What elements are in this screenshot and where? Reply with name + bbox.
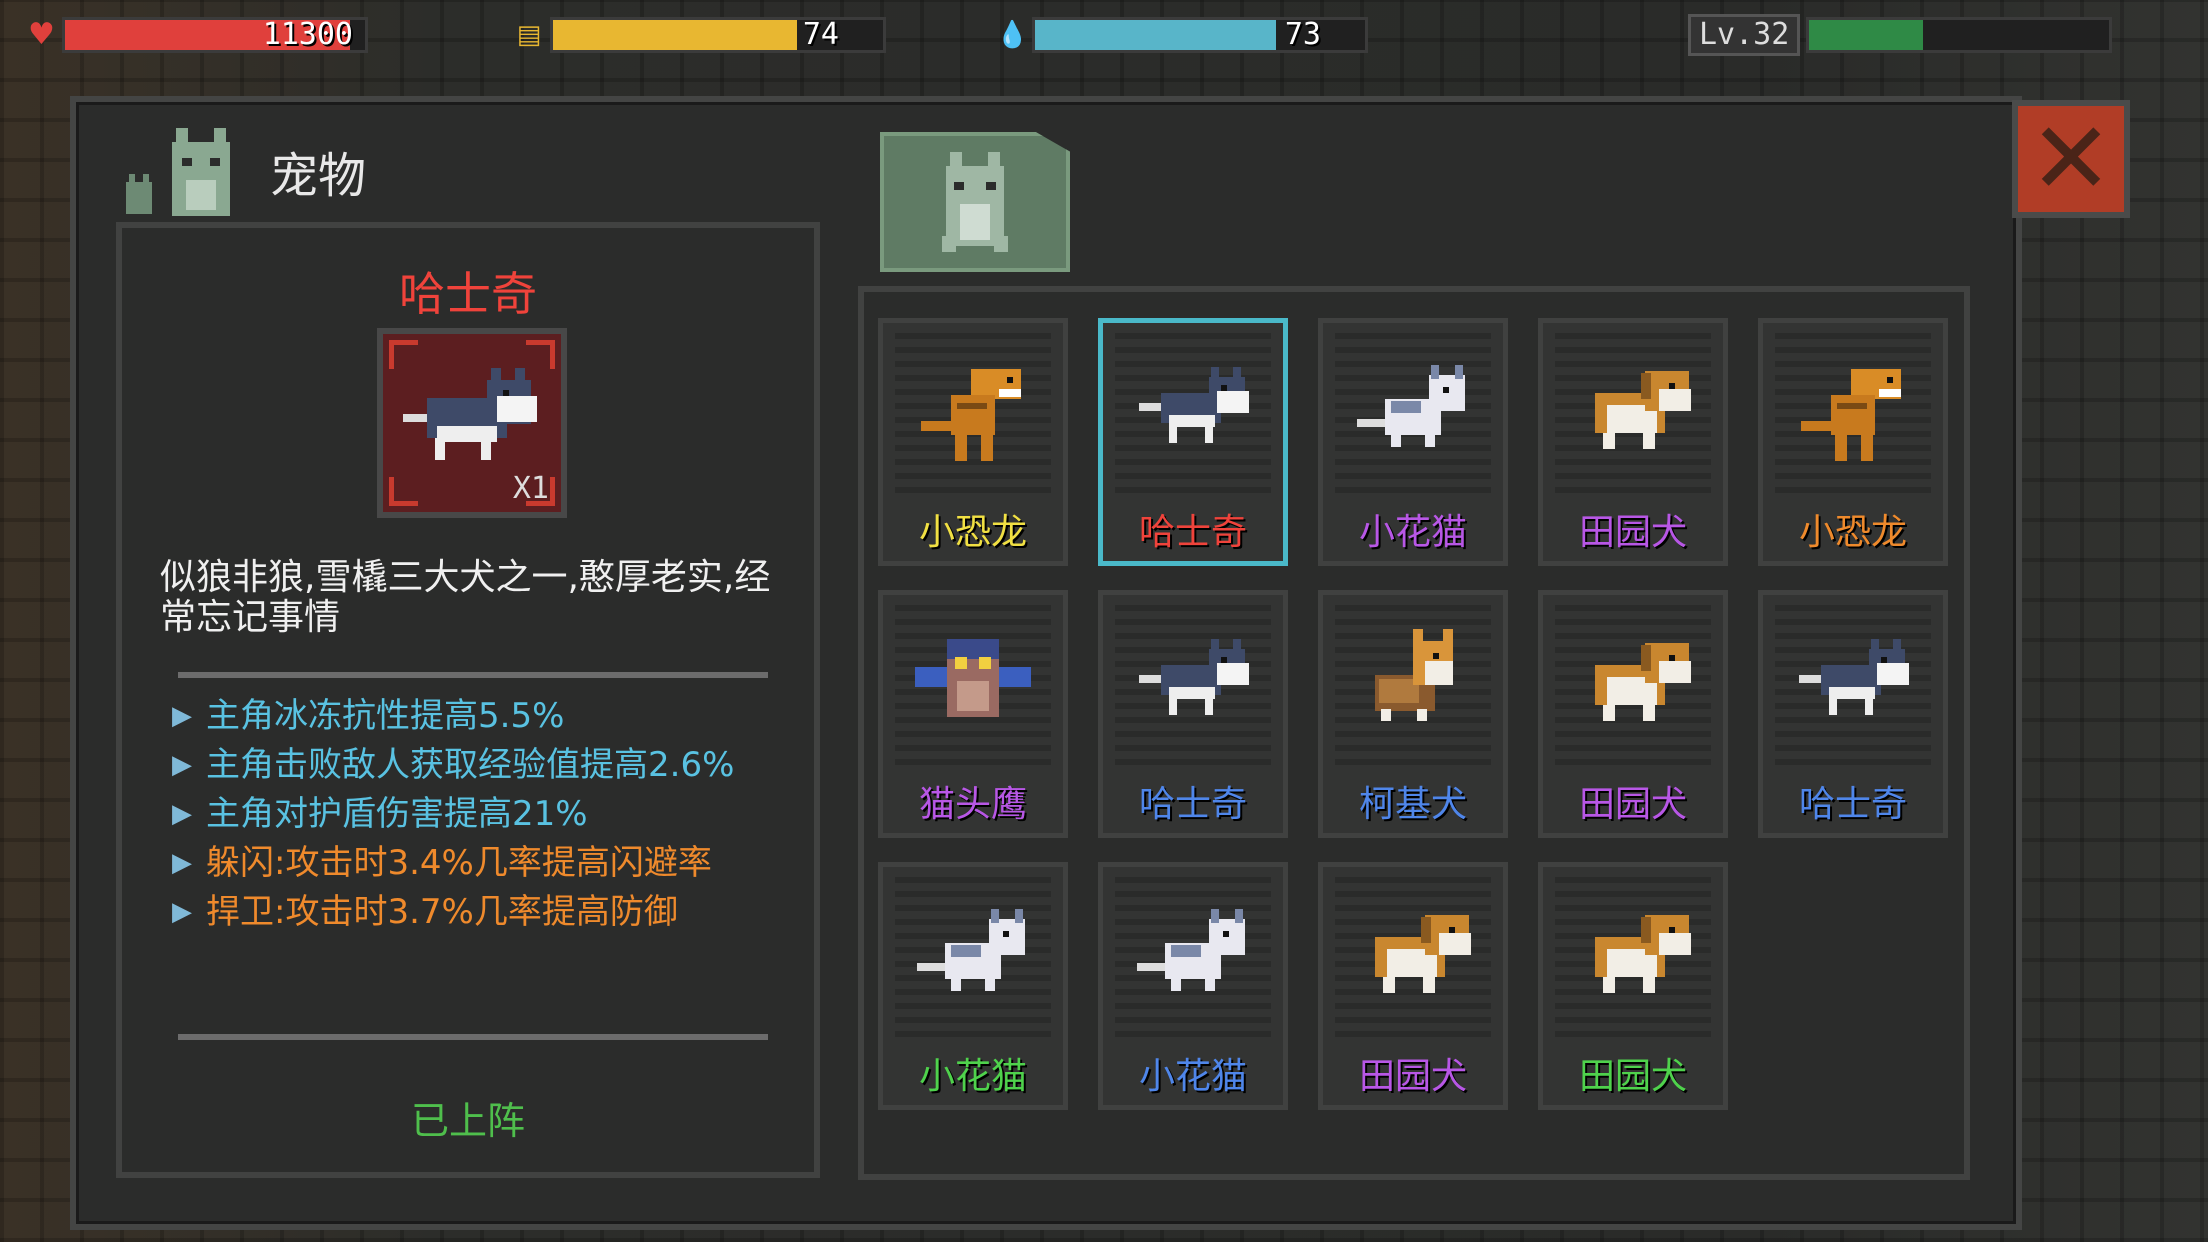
- triangle-bullet-icon: ▶: [172, 848, 192, 878]
- pet-slot[interactable]: 猫头鹰: [878, 590, 1068, 838]
- cat-icon: [911, 893, 1035, 1013]
- pet-stat-text: 躲闪:攻击时3.4%几率提高闪避率: [206, 843, 712, 883]
- triangle-bullet-icon: ▶: [172, 701, 192, 731]
- pet-stat-text: 主角冰冻抗性提高5.5%: [206, 696, 565, 736]
- pet-slot[interactable]: 小花猫: [1318, 318, 1508, 566]
- pet-slot[interactable]: 哈士奇: [1098, 590, 1288, 838]
- water-hud: 💧 73: [996, 14, 1368, 56]
- pet-slot-name: 田园犬: [1358, 1056, 1467, 1097]
- pet-menu-icon: [120, 120, 250, 220]
- divider: [178, 1034, 768, 1040]
- pet-stats-list: ▶ 主角冰冻抗性提高5.5% ▶ 主角击败敌人获取经验值提高2.6% ▶ 主角对护盾伤害提…: [172, 692, 812, 937]
- pet-slot-name: 柯基犬: [1358, 784, 1467, 825]
- pet-stat-line: ▶ 躲闪:攻击时3.4%几率提高闪避率: [172, 839, 812, 888]
- husky-icon: [1131, 621, 1255, 741]
- dog-icon: [1571, 893, 1695, 1013]
- panel-header: 宠物: [120, 110, 366, 220]
- water-drop-icon: 💧: [996, 20, 1029, 50]
- pet-slot-name: 田园犬: [1578, 1056, 1687, 1097]
- hunger-bar: 74: [550, 17, 886, 53]
- hunger-value: 74: [802, 17, 839, 52]
- xp-bar: [1806, 17, 2113, 53]
- cat-icon: [1131, 893, 1255, 1013]
- cat-icon: [1351, 349, 1475, 469]
- triangle-bullet-icon: ▶: [172, 799, 192, 829]
- portrait-corner: [389, 340, 418, 369]
- dog-icon: [1571, 349, 1695, 469]
- pet-grid: 小恐龙 哈士奇 小花猫 田园犬 小恐龙 猫头鹰 哈士奇 柯基犬 田园犬 哈士奇 小花猫 小花猫 田园犬田…: [858, 286, 1970, 1180]
- husky-icon: [1131, 349, 1255, 469]
- triangle-bullet-icon: ▶: [172, 897, 192, 927]
- pet-count: X1: [512, 471, 549, 506]
- husky-tab-icon: [942, 152, 1008, 252]
- pet-stat-line: ▶ 捍卫:攻击时3.7%几率提高防御: [172, 888, 812, 937]
- pet-slot-name: 小恐龙: [918, 512, 1027, 553]
- pet-stat-line: ▶ 主角对护盾伤害提高21%: [172, 790, 812, 839]
- portrait-corner: [389, 477, 418, 506]
- pet-slot-name: 小花猫: [1138, 1056, 1247, 1097]
- pet-stat-line: ▶ 主角击败敌人获取经验值提高2.6%: [172, 741, 812, 790]
- hunger-hud: ▤ 74: [514, 14, 886, 56]
- panel-title: 宠物: [270, 148, 367, 204]
- dino-icon: [911, 349, 1035, 469]
- deploy-status-button[interactable]: 已上阵: [122, 1090, 814, 1145]
- pet-stat-line: ▶ 主角冰冻抗性提高5.5%: [172, 692, 812, 741]
- pet-stat-text: 主角击败敌人获取经验值提高2.6%: [206, 745, 735, 785]
- husky-icon: [1791, 621, 1915, 741]
- pet-slot-name: 小花猫: [1358, 512, 1467, 553]
- corgi-icon: [1351, 621, 1475, 741]
- level-hud: Lv.32: [1688, 14, 2113, 56]
- pet-slot[interactable]: 小恐龙: [1758, 318, 1948, 566]
- dog-icon: [1351, 893, 1475, 1013]
- water-bar-fill: [1035, 20, 1276, 50]
- dog-icon: [1571, 621, 1695, 741]
- selected-pet-portrait: X1: [377, 328, 567, 518]
- health-hud: ♥ 11300: [28, 14, 368, 56]
- pet-description: 似狼非狼,雪橇三大犬之一,憨厚老实,经常忘记事情: [160, 557, 771, 638]
- pet-slot[interactable]: 田园犬: [1538, 590, 1728, 838]
- pet-slot[interactable]: 柯基犬: [1318, 590, 1508, 838]
- selected-pet-name: 哈士奇: [399, 267, 537, 321]
- close-button[interactable]: ✕: [2012, 100, 2130, 218]
- pet-slot[interactable]: 小花猫: [878, 862, 1068, 1110]
- level-label: Lv.32: [1688, 14, 1801, 56]
- bread-icon: ▤: [516, 20, 542, 50]
- portrait-corner: [526, 340, 555, 369]
- pet-stat-text: 捍卫:攻击时3.7%几率提高防御: [206, 892, 678, 932]
- pet-slot-name: 猫头鹰: [918, 784, 1027, 825]
- pet-slot[interactable]: 哈士奇: [1098, 318, 1288, 566]
- pet-slot-name: 小恐龙: [1798, 512, 1907, 553]
- pet-slot[interactable]: 田园犬: [1538, 862, 1728, 1110]
- health-value: 11300: [262, 17, 353, 52]
- pet-slot[interactable]: 小恐龙: [878, 318, 1068, 566]
- pet-slot-name: 田园犬: [1578, 784, 1687, 825]
- close-icon: ✕: [2029, 100, 2113, 217]
- pet-slot-name: 小花猫: [918, 1056, 1027, 1097]
- pet-slot[interactable]: 哈士奇: [1758, 590, 1948, 838]
- divider: [178, 672, 768, 678]
- water-value: 73: [1284, 17, 1321, 52]
- water-bar: 73: [1032, 17, 1368, 53]
- health-bar: 11300: [62, 17, 368, 53]
- pet-stat-text: 主角对护盾伤害提高21%: [206, 794, 588, 834]
- pet-slot[interactable]: 小花猫: [1098, 862, 1288, 1110]
- heart-icon: ♥: [28, 17, 55, 52]
- hunger-bar-fill: [553, 20, 798, 50]
- pet-slot[interactable]: 田园犬: [1318, 862, 1508, 1110]
- pet-slot-name: 哈士奇: [1138, 512, 1247, 553]
- pet-detail-panel: 哈士奇 X1 似狼非狼,雪橇三大犬之一,憨厚老实,经常忘记事情 ▶ 主角冰冻抗性提…: [116, 222, 820, 1178]
- pet-slot[interactable]: 田园犬: [1538, 318, 1728, 566]
- xp-bar-fill: [1809, 20, 1924, 50]
- pet-slot-name: 哈士奇: [1798, 784, 1907, 825]
- pet-slot-name: 哈士奇: [1138, 784, 1247, 825]
- triangle-bullet-icon: ▶: [172, 750, 192, 780]
- dino-icon: [1791, 349, 1915, 469]
- tab-pets[interactable]: [880, 132, 1070, 272]
- owl-icon: [911, 621, 1035, 741]
- pet-slot-name: 田园犬: [1578, 512, 1687, 553]
